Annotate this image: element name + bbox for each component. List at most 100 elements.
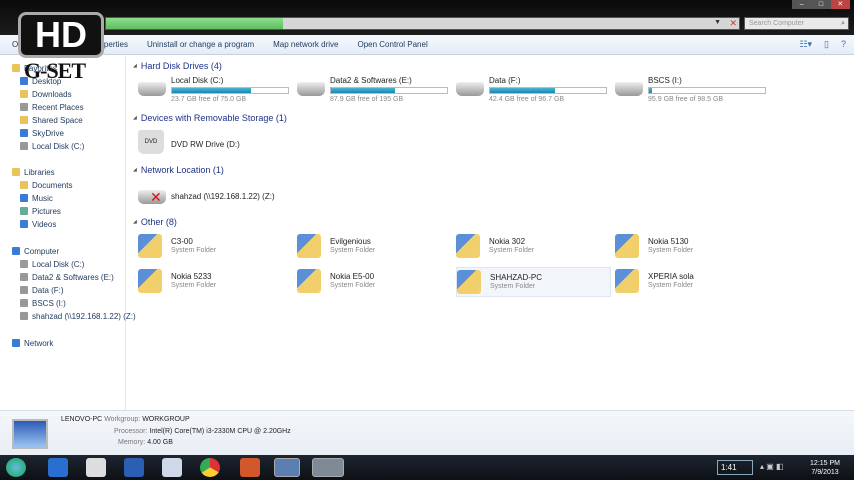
taskbar-security-icon[interactable] bbox=[48, 458, 68, 477]
group-removable-storage[interactable]: Devices with Removable Storage (1) bbox=[133, 113, 287, 123]
taskbar-video-icon[interactable] bbox=[274, 458, 300, 477]
start-button[interactable] bbox=[6, 458, 26, 477]
sidebar-item-drive-e[interactable]: Data2 & Softwares (E:) bbox=[20, 271, 114, 283]
system-folder-item[interactable]: Nokia E5-00 System Folder bbox=[297, 267, 452, 297]
sidebar-item-downloads[interactable]: Downloads bbox=[20, 88, 72, 100]
open-control-panel-button[interactable]: Open Control Panel bbox=[357, 40, 427, 49]
system-folder-item[interactable]: Nokia 302 System Folder bbox=[456, 232, 611, 262]
sidebar-item-shared-space[interactable]: Shared Space bbox=[20, 114, 83, 126]
label: SkyDrive bbox=[32, 128, 65, 138]
label: BSCS (I:) bbox=[32, 298, 66, 308]
drive-icon bbox=[20, 286, 28, 294]
search-input[interactable]: Search Computer ⌕ bbox=[744, 17, 849, 30]
label: Pictures bbox=[32, 206, 61, 216]
sidebar-item-drive-z[interactable]: shahzad (\\192.168.1.22) (Z:) bbox=[20, 310, 136, 322]
sidebar-computer[interactable]: Computer bbox=[12, 245, 59, 257]
workgroup-value: WORKGROUP bbox=[142, 416, 190, 423]
label: Local Disk (C:) bbox=[32, 141, 85, 151]
uninstall-program-button[interactable]: Uninstall or change a program bbox=[147, 40, 254, 49]
videos-icon bbox=[20, 220, 28, 228]
preview-pane-icon[interactable]: ▯ bbox=[824, 39, 829, 50]
view-options-icon[interactable]: ☷▾ bbox=[799, 39, 812, 50]
sidebar-item-videos[interactable]: Videos bbox=[20, 218, 56, 230]
sidebar-item-documents[interactable]: Documents bbox=[20, 179, 72, 191]
system-folder-item[interactable]: Nokia 5130 System Folder bbox=[615, 232, 770, 262]
group-hard-disk-drives[interactable]: Hard Disk Drives (4) bbox=[133, 61, 222, 71]
sidebar-item-skydrive[interactable]: SkyDrive bbox=[20, 127, 64, 139]
item-type: System Folder bbox=[330, 282, 376, 289]
search-icon[interactable]: ⌕ bbox=[841, 18, 845, 29]
system-folder-item[interactable]: Evilgenious System Folder bbox=[297, 232, 452, 262]
label: Local Disk (C:) bbox=[32, 259, 85, 269]
usage-fill bbox=[172, 88, 251, 93]
tray-icons[interactable]: ▴ ▣ ◧ bbox=[760, 462, 784, 471]
group-other[interactable]: Other (8) bbox=[133, 217, 177, 227]
label: Network bbox=[24, 338, 54, 348]
system-folder-item[interactable]: C3-00 System Folder bbox=[138, 232, 293, 262]
navigation-pane: Favorites Desktop Downloads Recent Place… bbox=[0, 56, 136, 410]
clock-date: 7/9/2013 bbox=[811, 469, 839, 476]
item-type: System Folder bbox=[648, 282, 694, 289]
group-label: Other (8) bbox=[140, 217, 177, 227]
help-icon[interactable]: ? bbox=[841, 39, 846, 50]
drive-c[interactable]: Local Disk (C:) 23.7 GB free of 75.0 GB bbox=[138, 76, 293, 104]
timer-display: 1:41 bbox=[717, 460, 753, 475]
address-bar[interactable]: ▼ ✕ bbox=[105, 17, 740, 30]
drive-name: DVD RW Drive (D:) bbox=[171, 140, 240, 149]
sidebar-item-drive-i[interactable]: BSCS (I:) bbox=[20, 297, 66, 309]
minimize-button[interactable]: – bbox=[792, 0, 812, 9]
chevron-down-icon[interactable]: ▼ bbox=[714, 19, 721, 26]
system-folder-item[interactable]: SHAHZAD-PC System Folder bbox=[456, 267, 611, 297]
search-placeholder: Search Computer bbox=[749, 20, 804, 27]
item-name: SHAHZAD-PC bbox=[490, 273, 543, 282]
device-folder-icon bbox=[138, 269, 162, 293]
label: Downloads bbox=[32, 89, 72, 99]
dvd-drive-icon: DVD bbox=[138, 130, 164, 154]
network-icon bbox=[12, 339, 20, 347]
stop-icon[interactable]: ✕ bbox=[729, 18, 737, 29]
usage-bar bbox=[489, 87, 607, 94]
maximize-button[interactable]: □ bbox=[811, 0, 831, 9]
taskbar-media-icon[interactable] bbox=[162, 458, 182, 477]
item-type: System Folder bbox=[490, 283, 536, 290]
label: Documents bbox=[32, 180, 73, 190]
sidebar-item-pictures[interactable]: Pictures bbox=[20, 205, 61, 217]
drive-e[interactable]: Data2 & Softwares (E:) 87.9 GB free of 19… bbox=[297, 76, 452, 104]
sidebar-item-recent-places[interactable]: Recent Places bbox=[20, 101, 84, 113]
map-network-drive-button[interactable]: Map network drive bbox=[273, 40, 338, 49]
sidebar-item-music[interactable]: Music bbox=[20, 192, 53, 204]
item-type: System Folder bbox=[171, 247, 217, 254]
group-label: Devices with Removable Storage (1) bbox=[140, 113, 287, 123]
sidebar-item-drive-f[interactable]: Data (F:) bbox=[20, 284, 64, 296]
system-folder-item[interactable]: Nokia 5233 System Folder bbox=[138, 267, 293, 297]
sidebar-item-local-disk[interactable]: Local Disk (C:) bbox=[20, 140, 84, 152]
group-label: Hard Disk Drives (4) bbox=[140, 61, 222, 71]
network-drive-z[interactable]: ✕ shahzad (\\192.168.1.22) (Z:) bbox=[138, 184, 293, 212]
recent-icon bbox=[20, 103, 28, 111]
usage-bar bbox=[330, 87, 448, 94]
drive-f[interactable]: Data (F:) 42.4 GB free of 96.7 GB bbox=[456, 76, 611, 104]
taskbar-powerpoint-icon[interactable] bbox=[240, 458, 260, 477]
device-folder-icon bbox=[615, 269, 639, 293]
taskbar-word-icon[interactable] bbox=[124, 458, 144, 477]
sidebar-libraries[interactable]: Libraries bbox=[12, 166, 55, 178]
item-name: Nokia 5130 bbox=[648, 237, 689, 246]
computer-icon bbox=[12, 247, 20, 255]
close-button[interactable]: ✕ bbox=[830, 0, 850, 9]
address-progress bbox=[106, 18, 284, 29]
clock[interactable]: 12:15 PM 7/9/2013 bbox=[810, 459, 840, 477]
taskbar-chrome-icon[interactable] bbox=[200, 458, 220, 477]
disconnected-network-drive-icon: ✕ bbox=[138, 190, 166, 204]
sidebar-item-drive-c[interactable]: Local Disk (C:) bbox=[20, 258, 84, 270]
sidebar-network[interactable]: Network bbox=[12, 337, 53, 349]
usage-bar bbox=[648, 87, 766, 94]
drive-i[interactable]: BSCS (I:) 95.9 GB free of 98.5 GB bbox=[615, 76, 770, 104]
taskbar-explorer-icon[interactable] bbox=[312, 458, 344, 477]
dvd-drive[interactable]: DVD DVD RW Drive (D:) bbox=[138, 130, 293, 158]
drive-name: Data2 & Softwares (E:) bbox=[330, 76, 412, 85]
group-network-location[interactable]: Network Location (1) bbox=[133, 165, 224, 175]
taskbar-app-icon[interactable] bbox=[86, 458, 106, 477]
system-folder-item[interactable]: XPERIA sola System Folder bbox=[615, 267, 770, 297]
label: Data2 & Softwares (E:) bbox=[32, 272, 114, 282]
documents-icon bbox=[20, 181, 28, 189]
